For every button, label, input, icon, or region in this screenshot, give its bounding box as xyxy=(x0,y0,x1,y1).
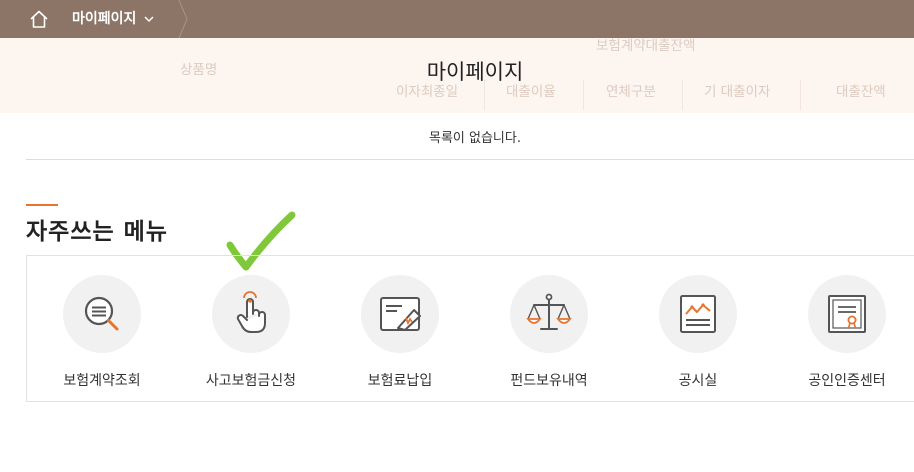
section-title: 자주쓰는 메뉴 xyxy=(26,219,168,245)
quick-menu-item-claim-request[interactable]: 사고보험금신청 xyxy=(176,275,326,390)
quick-menu-icon-circle xyxy=(212,275,290,353)
home-icon[interactable] xyxy=(28,8,50,30)
quick-menu-item-certificate-center[interactable]: 공인인증센터 xyxy=(772,275,914,390)
quick-menu-icon-circle xyxy=(361,275,439,353)
table-bottom-divider xyxy=(26,159,914,160)
quick-menu-label: 사고보험금신청 xyxy=(205,373,297,389)
quick-menu-icon-circle xyxy=(808,275,886,353)
quick-menu-item-fund-holdings[interactable]: 펀드보유내역 xyxy=(474,275,624,390)
chart-board-icon xyxy=(680,295,716,333)
breadcrumb-mypage[interactable]: 마이페이지 xyxy=(72,0,155,38)
quick-menu-icon-circle xyxy=(63,275,141,353)
page-title: 마이페이지 xyxy=(426,60,524,84)
magnifier-icon xyxy=(84,296,119,331)
section-accent-line xyxy=(26,204,58,206)
quick-menu-label: 공인인증센터 xyxy=(808,373,886,389)
quick-menu-icon-circle xyxy=(510,275,588,353)
breadcrumb-separator-icon xyxy=(178,0,188,38)
top-navigation-bar: 마이페이지 xyxy=(0,0,914,38)
quick-menu-label: 보험료납입 xyxy=(367,373,433,389)
quick-menu-label: 공시실 xyxy=(678,373,718,389)
empty-list-message: 목록이 없습니다. xyxy=(429,131,521,146)
ghost-table-header: 보험계약대출잔액 xyxy=(596,38,696,54)
page-title-band: 보험계약대출잔액 상품명 이자최종일 대출이율 연체구분 기 대출이자 대출잔액… xyxy=(0,38,914,113)
pointing-hand-icon xyxy=(236,291,266,333)
certificate-icon xyxy=(828,295,866,333)
quick-menu-item-premium-payment[interactable]: 보험료납입 xyxy=(325,275,475,390)
quick-menu-label: 펀드보유내역 xyxy=(510,373,588,389)
balance-scale-icon xyxy=(526,293,572,330)
chevron-down-icon xyxy=(144,16,154,23)
quick-menu-icon-circle xyxy=(659,275,737,353)
breadcrumb-label: 마이페이지 xyxy=(72,11,137,27)
quick-menu-label: 보험계약조회 xyxy=(63,373,141,389)
quick-menu-item-contract-inquiry[interactable]: 보험계약조회 xyxy=(27,275,177,390)
quick-menu-item-disclosure[interactable]: 공시실 xyxy=(623,275,773,390)
card-payment-icon xyxy=(380,297,421,331)
quick-menu-panel: 보험계약조회 사고보험금신청 보험료납입 펀드보유내역 공시실 공인인증센터 xyxy=(26,255,914,402)
